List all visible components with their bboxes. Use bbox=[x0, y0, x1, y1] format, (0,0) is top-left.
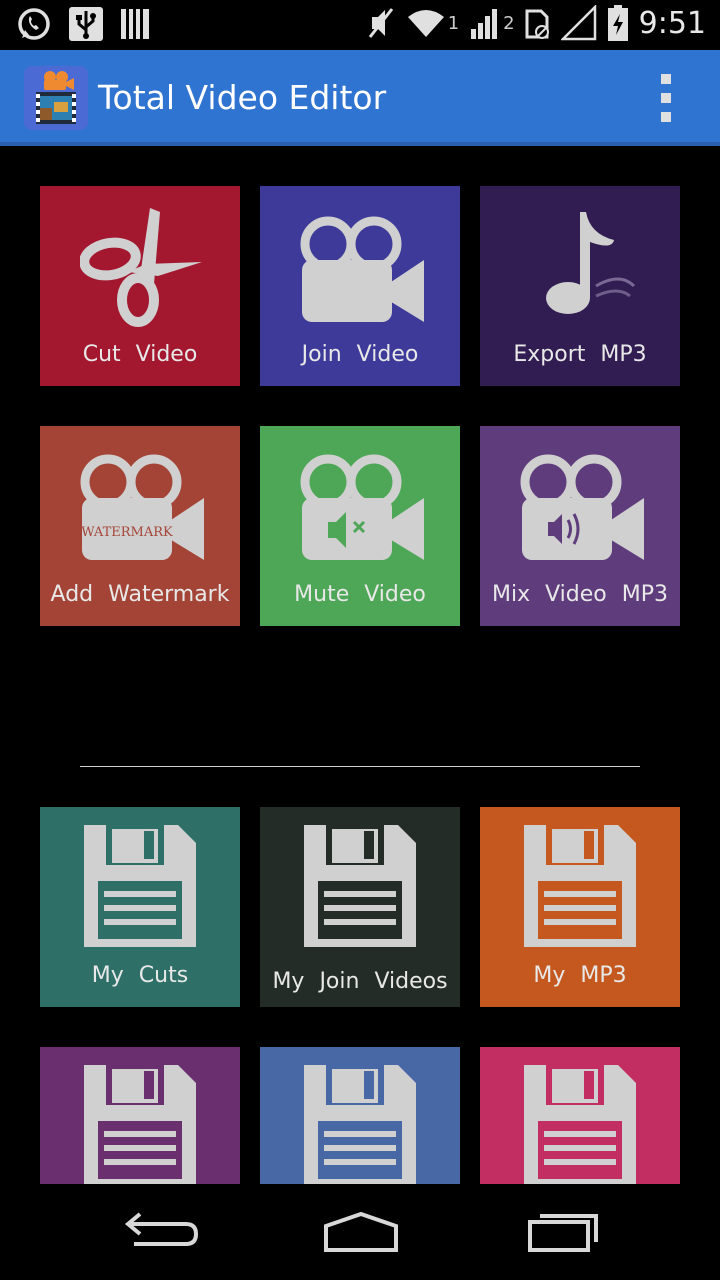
my-cuts-tile[interactable]: My Cuts bbox=[40, 807, 240, 1007]
home-icon[interactable] bbox=[316, 1206, 406, 1256]
watermark-camera-icon: WATERMARK bbox=[80, 454, 204, 560]
floppy-disk-icon bbox=[84, 1065, 196, 1184]
overflow-menu-icon[interactable] bbox=[658, 74, 674, 122]
navigation-bar bbox=[0, 1184, 720, 1280]
mute-icon bbox=[368, 8, 393, 38]
my-cuts-label: My Cuts bbox=[91, 963, 189, 988]
export-mp3-label: Export MP3 bbox=[513, 342, 647, 367]
join-video-label: Join Video bbox=[301, 342, 419, 367]
section-divider bbox=[80, 766, 640, 767]
saved-tile-6[interactable] bbox=[480, 1047, 680, 1184]
sim2-label: 2 bbox=[503, 12, 515, 34]
floppy-disk-icon bbox=[524, 825, 636, 947]
recent-apps-icon[interactable] bbox=[518, 1206, 608, 1256]
export-mp3-tile[interactable]: Export MP3 bbox=[480, 186, 680, 386]
watermark-icon-text: WATERMARK bbox=[81, 525, 173, 540]
video-camera-icon bbox=[300, 216, 424, 322]
mute-video-tile[interactable]: Mute Video bbox=[260, 426, 460, 626]
clock: 9:51 bbox=[638, 5, 706, 41]
floppy-disk-icon bbox=[304, 825, 416, 947]
my-mp3-tile[interactable]: My MP3 bbox=[480, 807, 680, 1007]
my-join-videos-label: My Join Videos bbox=[272, 969, 448, 994]
join-video-tile[interactable]: Join Video bbox=[260, 186, 460, 386]
my-mp3-label: My MP3 bbox=[533, 963, 627, 988]
my-join-videos-tile[interactable]: My Join Videos bbox=[260, 807, 460, 1007]
mix-video-mp3-tile[interactable]: Mix Video MP3 bbox=[480, 426, 680, 626]
app-title: Total Video Editor bbox=[98, 78, 387, 117]
add-watermark-label: Add Watermark bbox=[50, 582, 230, 607]
usb-icon bbox=[69, 7, 103, 41]
no-signal-icon bbox=[560, 5, 596, 41]
audio-camera-icon bbox=[520, 454, 644, 560]
mix-video-mp3-label: Mix Video MP3 bbox=[492, 582, 668, 607]
sim-icon bbox=[525, 9, 549, 39]
mute-video-label: Mute Video bbox=[294, 582, 426, 607]
mute-camera-icon bbox=[300, 454, 424, 560]
music-note-icon bbox=[546, 212, 636, 314]
scissors-icon bbox=[80, 208, 202, 327]
app-bar: Total Video Editor bbox=[0, 50, 720, 146]
app-logo-icon[interactable] bbox=[24, 66, 88, 130]
signal-icon bbox=[471, 9, 498, 39]
saved-tile-4[interactable] bbox=[40, 1047, 240, 1184]
sim1-label: 1 bbox=[447, 12, 460, 34]
status-bar: 1 2 9:51 bbox=[0, 0, 720, 50]
cut-video-label: Cut Video bbox=[82, 342, 198, 367]
wifi-icon bbox=[407, 10, 444, 37]
floppy-disk-icon bbox=[524, 1065, 636, 1184]
add-watermark-tile[interactable]: WATERMARK Add Watermark bbox=[40, 426, 240, 626]
saved-tile-5[interactable] bbox=[260, 1047, 460, 1184]
floppy-disk-icon bbox=[304, 1065, 416, 1184]
floppy-disk-icon bbox=[84, 825, 196, 947]
whatsapp-icon bbox=[18, 8, 50, 40]
barcode-icon bbox=[121, 9, 149, 39]
cut-video-tile[interactable]: Cut Video bbox=[40, 186, 240, 386]
back-icon[interactable] bbox=[116, 1206, 206, 1256]
battery-icon bbox=[607, 5, 628, 41]
